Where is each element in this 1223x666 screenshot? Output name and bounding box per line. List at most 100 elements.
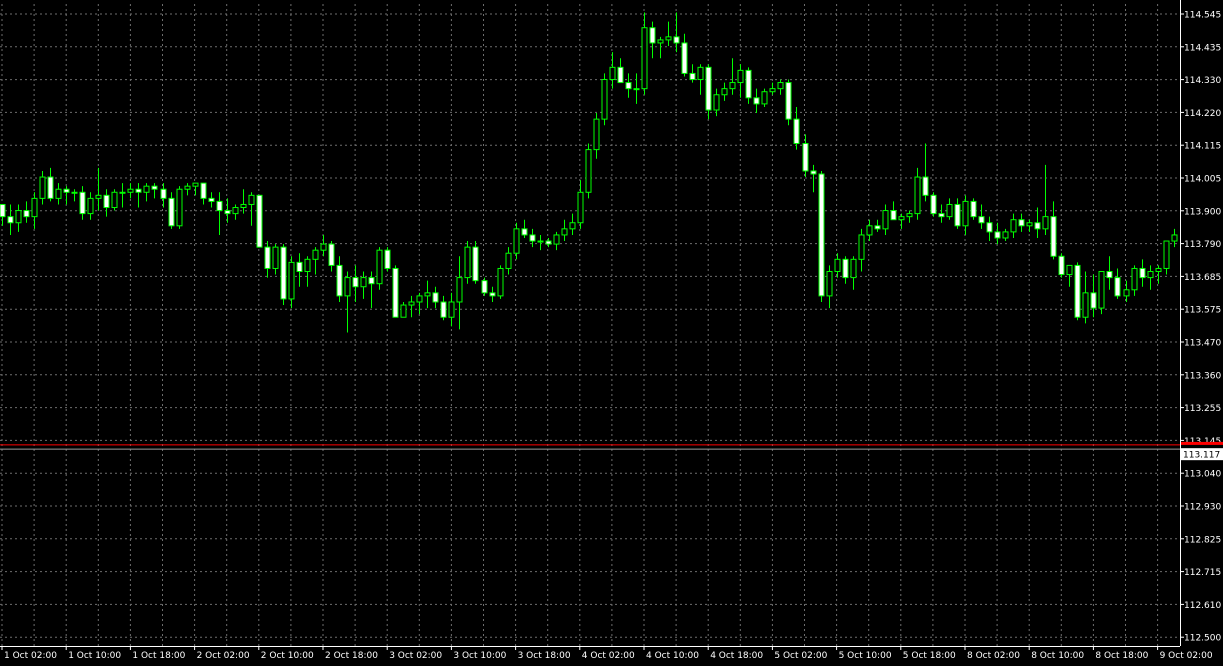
candle <box>601 73 608 126</box>
bid-price-label-text: 113.117 <box>1183 451 1220 461</box>
candle-body-bull <box>184 185 191 190</box>
ask-price-marker <box>1181 441 1223 445</box>
candle <box>472 241 479 284</box>
candle-body-bull <box>737 69 744 84</box>
candle-body-bull <box>537 240 544 243</box>
candle-body-bear <box>521 228 528 236</box>
candle-body-bear <box>1050 216 1057 257</box>
candle-body-bull <box>360 277 367 288</box>
candle-body-bear <box>208 197 215 202</box>
price-tick-label: 113.040 <box>1184 470 1221 480</box>
candle <box>1058 253 1065 278</box>
candle-body-bull <box>914 176 921 215</box>
candle-body-bull <box>424 292 431 297</box>
candle-body-bear <box>954 203 961 227</box>
candle <box>970 198 977 220</box>
candle-body-bull <box>127 188 134 193</box>
candle-body-bear <box>1106 271 1113 279</box>
time-tick-label: 1 Oct 02:00 <box>4 651 57 661</box>
candle-body-bear <box>336 264 343 297</box>
price-tick-label: 113.900 <box>1184 207 1221 217</box>
time-tick-label: 5 Oct 02:00 <box>774 651 827 661</box>
candle-body-bull <box>641 27 648 90</box>
candle-body-bear <box>938 213 945 218</box>
candle-body-bear <box>1139 267 1146 279</box>
candle-body-bull <box>400 304 407 318</box>
candle-body-bull <box>1155 267 1162 273</box>
time-tick-label: 4 Oct 10:00 <box>646 651 699 661</box>
price-chart[interactable]: 114.545 114.435 114.330 114.220 114.115 114.0… <box>0 0 1223 666</box>
candle-body-bear <box>930 194 937 215</box>
candle <box>256 194 263 248</box>
time-tick-label: 3 Oct 10:00 <box>453 651 506 661</box>
candle-body-bear <box>7 216 14 224</box>
candle-body-bull <box>713 94 720 111</box>
candle-body-bull <box>721 88 728 96</box>
candle-body-bear <box>0 203 6 218</box>
candle-body-bull <box>456 277 463 303</box>
candle <box>392 265 399 318</box>
candle-body-bear <box>1058 255 1065 276</box>
candle-body-bull <box>304 258 311 273</box>
candle-body-bear <box>1034 222 1041 230</box>
price-tick-label: 113.145 <box>1184 437 1221 447</box>
candle-body-bull <box>408 301 415 306</box>
candle-body-bull <box>1066 264 1073 276</box>
price-tick-label: 113.360 <box>1184 371 1221 381</box>
candle-body-bull <box>513 228 520 254</box>
candle-body-bear <box>705 66 712 111</box>
candle-body-bull <box>192 182 199 187</box>
candle-body-bear <box>649 27 656 44</box>
time-tick-label: 5 Oct 10:00 <box>839 651 892 661</box>
candle-body-bear <box>160 188 167 199</box>
candle-body-bull <box>577 191 584 224</box>
candle-body-bull <box>569 222 576 230</box>
price-tick-label: 113.470 <box>1184 339 1221 349</box>
candle-body-bull <box>729 82 736 90</box>
time-tick-label: 3 Oct 18:00 <box>518 651 571 661</box>
candle-body-bull <box>416 295 423 303</box>
candle-body-bull <box>1042 216 1049 230</box>
candle-body-bull <box>665 36 672 41</box>
candle-body-bear <box>352 277 359 288</box>
candle-body-bull <box>946 203 953 218</box>
candle-body-bear <box>986 222 993 233</box>
candle-body-bear <box>168 197 175 227</box>
candle-body-bull <box>1131 267 1138 291</box>
candle-body-bull <box>312 249 319 260</box>
candle-body-bear <box>673 36 680 44</box>
time-tick-label: 2 Oct 18:00 <box>325 651 378 661</box>
candle-body-bull <box>1026 222 1033 227</box>
candle-body-bear <box>745 69 752 99</box>
candle-body-bear <box>368 277 375 285</box>
candle <box>497 265 504 299</box>
candle-body-bull <box>769 88 776 93</box>
candle-body-bull <box>288 261 295 300</box>
time-tick-label: 3 Oct 02:00 <box>389 651 442 661</box>
time-tick-label: 8 Oct 02:00 <box>967 651 1020 661</box>
candle-body-bull <box>119 191 126 194</box>
candle-body-bear <box>1018 219 1025 227</box>
candle-body-bear <box>978 216 985 224</box>
price-tick-label: 112.930 <box>1184 503 1221 513</box>
candle-body-bear <box>135 188 142 193</box>
candle-body-bear <box>625 82 632 90</box>
candle-body-bear <box>1114 277 1121 297</box>
candle-body-bear <box>200 182 207 199</box>
candle-body-bear <box>922 176 929 196</box>
candle-body-bull <box>866 225 873 236</box>
time-tick-label: 4 Oct 18:00 <box>710 651 763 661</box>
candle-body-bull <box>448 301 455 318</box>
candle-body-bull <box>31 197 38 218</box>
candle-body-bull <box>1082 292 1089 318</box>
candle-body-bear <box>529 234 536 242</box>
candle-body-bear <box>545 240 552 245</box>
time-tick-label: 4 Oct 02:00 <box>582 651 635 661</box>
candle-body-bull <box>71 191 78 194</box>
price-tick-label: 114.330 <box>1184 76 1221 86</box>
candle-body-bull <box>55 188 62 199</box>
time-tick-label: 2 Oct 02:00 <box>197 651 250 661</box>
candle-body-bull <box>593 118 600 151</box>
candle-body-bear <box>224 210 231 215</box>
candle-body-bear <box>785 82 792 120</box>
